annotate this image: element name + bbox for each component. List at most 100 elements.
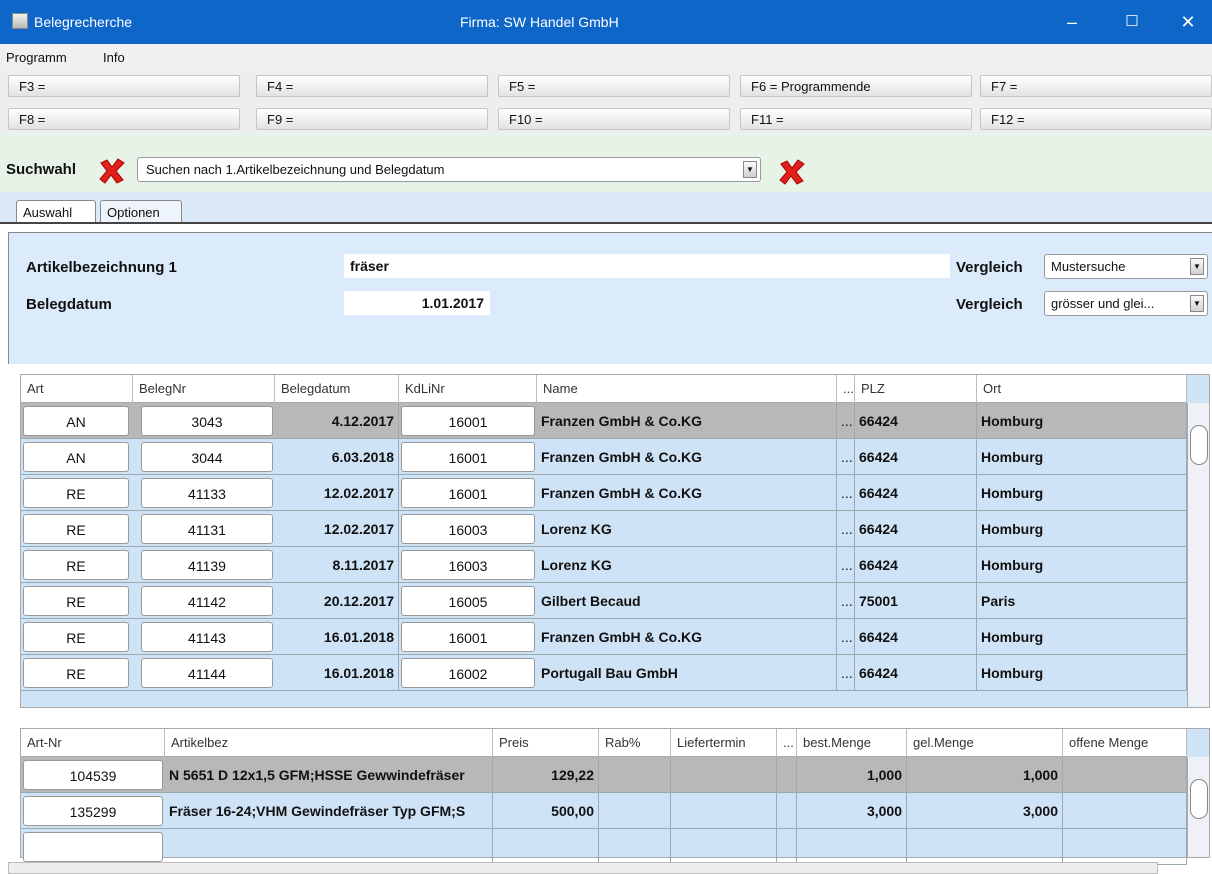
cell-name: Portugall Bau GmbH: [537, 655, 837, 691]
column-header[interactable]: gel.Menge: [907, 729, 1063, 757]
cell-gel: 3,000: [907, 793, 1063, 829]
column-header[interactable]: BelegNr: [133, 375, 275, 403]
cell-art[interactable]: AN: [23, 406, 129, 436]
clear-x-icon[interactable]: [98, 157, 126, 185]
column-header[interactable]: Liefertermin: [671, 729, 777, 757]
document-table-scrollbar[interactable]: [1187, 403, 1209, 707]
scroll-thumb[interactable]: [1190, 779, 1208, 819]
cell-kdli[interactable]: 16001: [401, 622, 535, 652]
date-input[interactable]: 1.01.2017: [344, 291, 490, 315]
cell-beleg[interactable]: 41144: [141, 658, 273, 688]
cell-beleg[interactable]: 41139: [141, 550, 273, 580]
f11-button[interactable]: F11 =: [740, 108, 972, 130]
f6-button[interactable]: F6 = Programmende: [740, 75, 972, 97]
close-icon[interactable]: ✕: [1168, 8, 1208, 36]
table-row[interactable]: AN 3043 4.12.2017 16001 Franzen GmbH & Co.KG…: [21, 403, 1187, 439]
column-header[interactable]: Preis: [493, 729, 599, 757]
cell-art[interactable]: RE: [23, 586, 129, 616]
column-header[interactable]: Art: [21, 375, 133, 403]
column-header[interactable]: ...: [777, 729, 797, 757]
compare-select-2[interactable]: grösser und glei... ▼: [1044, 291, 1208, 316]
cell-kdli[interactable]: 16001: [401, 478, 535, 508]
scroll-thumb[interactable]: [1190, 425, 1208, 465]
cell-beleg[interactable]: 41133: [141, 478, 273, 508]
cell-beleg[interactable]: 41131: [141, 514, 273, 544]
column-header[interactable]: offene Menge: [1063, 729, 1187, 757]
horizontal-scrollbar[interactable]: [8, 862, 1158, 874]
table-row[interactable]: 135299 Fräser 16-24;VHM Gewindefräser Typ…: [21, 793, 1187, 829]
column-header[interactable]: Rab%: [599, 729, 671, 757]
cell-art[interactable]: RE: [23, 478, 129, 508]
table-row[interactable]: 104539 N 5651 D 12x1,5 GFM;HSSE Gewwindef…: [21, 757, 1187, 793]
cell-bez: [165, 829, 493, 865]
cell-name: Franzen GmbH & Co.KG: [537, 439, 837, 475]
column-header[interactable]: Artikelbez: [165, 729, 493, 757]
cell-offen: [1063, 757, 1187, 793]
window-title: Belegrecherche: [34, 14, 133, 30]
table-row[interactable]: RE 41144 16.01.2018 16002 Portugall Bau GmbH…: [21, 655, 1187, 691]
compare-select-1[interactable]: Mustersuche ▼: [1044, 254, 1208, 279]
reset-x-icon[interactable]: [778, 158, 806, 186]
table-row[interactable]: AN 3044 6.03.2018 16001 Franzen GmbH & Co.KG…: [21, 439, 1187, 475]
f3-button[interactable]: F3 =: [8, 75, 240, 97]
minimize-icon[interactable]: –: [1052, 8, 1092, 36]
chevron-down-icon[interactable]: ▼: [1190, 295, 1204, 312]
f4-button[interactable]: F4 =: [256, 75, 488, 97]
search-mode-select[interactable]: Suchen nach 1.Artikelbezeichnung und Bel…: [137, 157, 761, 182]
column-header[interactable]: PLZ: [855, 375, 977, 403]
column-header[interactable]: best.Menge: [797, 729, 907, 757]
criteria-panel: [8, 232, 1212, 364]
f8-button[interactable]: F8 =: [8, 108, 240, 130]
menu-info[interactable]: Info: [103, 50, 125, 65]
article-input[interactable]: fräser: [344, 254, 950, 278]
chevron-down-icon[interactable]: ▼: [1190, 258, 1204, 275]
cell-art[interactable]: RE: [23, 622, 129, 652]
cell-art[interactable]: AN: [23, 442, 129, 472]
app-icon: [12, 13, 28, 29]
f12-button[interactable]: F12 =: [980, 108, 1212, 130]
cell-artnr[interactable]: 104539: [23, 760, 163, 790]
search-label: Suchwahl: [6, 161, 77, 178]
f5-button[interactable]: F5 =: [498, 75, 730, 97]
cell-beleg[interactable]: 41143: [141, 622, 273, 652]
cell-artnr[interactable]: [23, 832, 163, 862]
cell-kdli[interactable]: 16001: [401, 442, 535, 472]
f9-button[interactable]: F9 =: [256, 108, 488, 130]
cell-artnr[interactable]: 135299: [23, 796, 163, 826]
table-row[interactable]: RE 41131 12.02.2017 16003 Lorenz KG... 66424 H…: [21, 511, 1187, 547]
cell-art[interactable]: RE: [23, 550, 129, 580]
table-row[interactable]: RE 41142 20.12.2017 16005 Gilbert Becaud... 7…: [21, 583, 1187, 619]
table-row[interactable]: RE 41143 16.01.2018 16001 Franzen GmbH & Co.…: [21, 619, 1187, 655]
tab-optionen[interactable]: Optionen: [100, 200, 182, 224]
article-table-scrollbar[interactable]: [1187, 757, 1209, 857]
search-mode-value: Suchen nach 1.Artikelbezeichnung und Bel…: [146, 162, 445, 177]
cell-art[interactable]: RE: [23, 514, 129, 544]
table-row[interactable]: [21, 829, 1187, 865]
company-title: Firma: SW Handel GmbH: [460, 14, 619, 30]
f10-button[interactable]: F10 =: [498, 108, 730, 130]
column-header[interactable]: Belegdatum: [275, 375, 399, 403]
cell-beleg[interactable]: 41142: [141, 586, 273, 616]
menu-programm[interactable]: Programm: [6, 50, 67, 65]
article-table-header: Art-Nr Artikelbez Preis Rab% Liefertermin...…: [21, 729, 1187, 757]
cell-beleg[interactable]: 3043: [141, 406, 273, 436]
cell-kdli[interactable]: 16003: [401, 550, 535, 580]
table-row[interactable]: RE 41133 12.02.2017 16001 Franzen GmbH & Co.…: [21, 475, 1187, 511]
column-header[interactable]: Art-Nr: [21, 729, 165, 757]
cell-kdli[interactable]: 16001: [401, 406, 535, 436]
column-header[interactable]: KdLiNr: [399, 375, 537, 403]
cell-dots: ...: [837, 403, 855, 439]
column-header[interactable]: Ort: [977, 375, 1187, 403]
column-header[interactable]: Name: [537, 375, 837, 403]
maximize-icon[interactable]: ☐: [1112, 8, 1152, 36]
cell-beleg[interactable]: 3044: [141, 442, 273, 472]
cell-art[interactable]: RE: [23, 658, 129, 688]
column-header[interactable]: ...: [837, 375, 855, 403]
cell-kdli[interactable]: 16003: [401, 514, 535, 544]
cell-kdli[interactable]: 16002: [401, 658, 535, 688]
table-row[interactable]: RE 41139 8.11.2017 16003 Lorenz KG... 66424 Ho…: [21, 547, 1187, 583]
f7-button[interactable]: F7 =: [980, 75, 1212, 97]
chevron-down-icon[interactable]: ▼: [743, 161, 757, 178]
cell-kdli[interactable]: 16005: [401, 586, 535, 616]
tab-auswahl[interactable]: Auswahl: [16, 200, 96, 224]
